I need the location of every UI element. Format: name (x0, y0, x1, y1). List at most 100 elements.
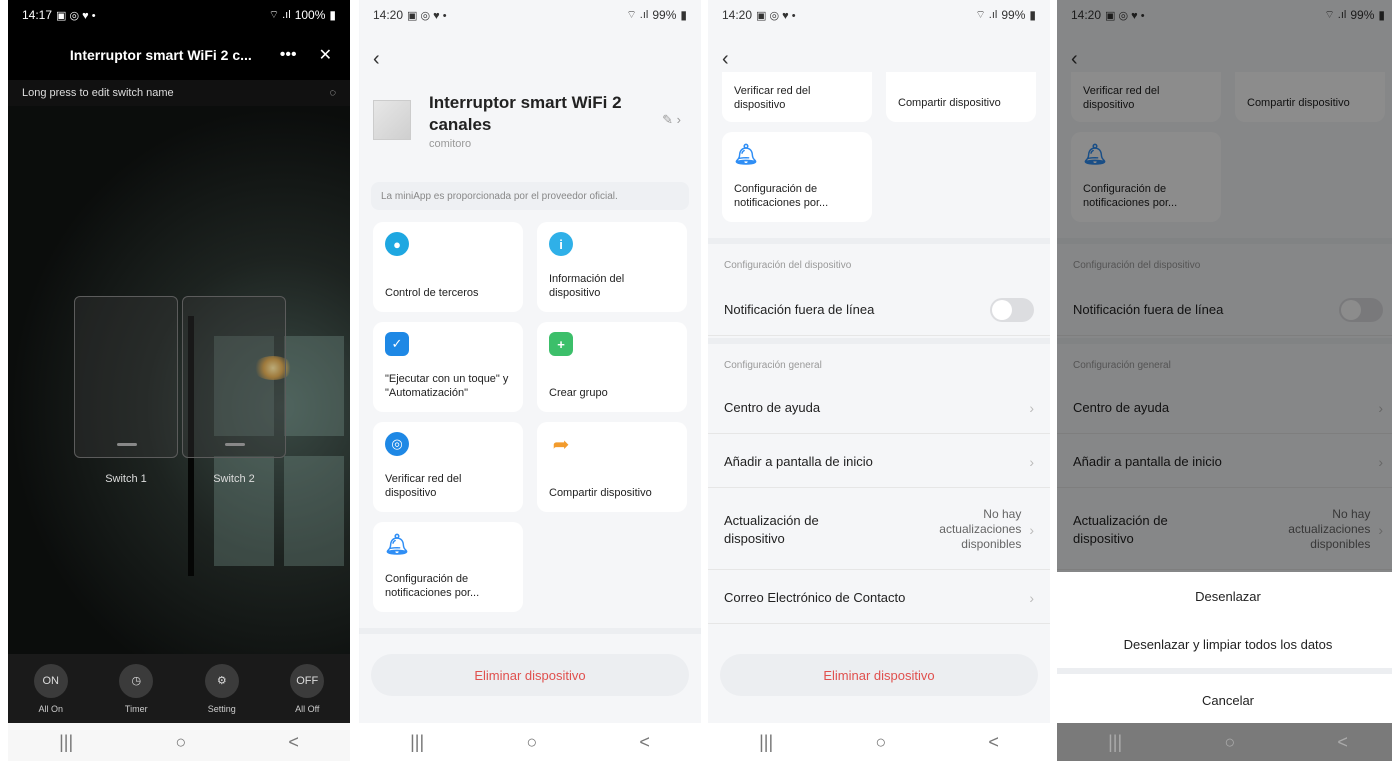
device-header[interactable]: Interruptor smart WiFi 2 canales comitor… (373, 92, 687, 152)
back-icon[interactable]: < (639, 732, 650, 753)
add-home-screen-row[interactable]: Añadir a pantalla de inicio › (708, 436, 1050, 488)
offline-notification-label: Notificación fuera de línea (724, 302, 875, 317)
device-room: comitoro (429, 138, 472, 150)
home-icon[interactable]: ○ (175, 732, 186, 753)
edit-icon[interactable]: ✎ › (662, 112, 681, 128)
setting-button[interactable]: ⚙ Setting (204, 663, 239, 714)
share-device-card[interactable]: ➦ Compartir dispositivo (537, 422, 687, 512)
network-check-card[interactable]: ◎ Verificar red del dispositivo (373, 422, 523, 512)
status-time: 14:17 (22, 8, 53, 22)
section-divider (708, 238, 1050, 244)
back-icon[interactable]: < (288, 732, 299, 753)
third-party-control-card[interactable]: ● Control de terceros (373, 222, 523, 312)
all-off-button[interactable]: OFF All Off (290, 663, 325, 714)
alexa-google-icon: ● (385, 232, 409, 256)
section-divider (708, 338, 1050, 344)
add-home-label: Añadir a pantalla de inicio (724, 454, 873, 469)
unlink-button[interactable]: Desenlazar (1057, 572, 1392, 620)
back-icon[interactable]: < (988, 732, 999, 753)
status-bar: 14:20 ▣ ◎ ♥ • ⌔ .ıl 99% ▮ (708, 0, 1050, 30)
home-icon[interactable]: ○ (1224, 732, 1235, 753)
power-on-icon: ON (33, 663, 68, 698)
signal-icon: ⌔ .ıl (626, 9, 649, 21)
offline-notification-toggle[interactable] (990, 297, 1034, 322)
more-icon[interactable]: ••• (280, 46, 297, 64)
offline-notification-row: Notificación fuera de línea (708, 284, 1050, 336)
card-label: Verificar red del dispositivo (734, 85, 811, 111)
bell-icon: 🔔︎ (733, 143, 759, 166)
tap-to-run-card[interactable]: ✓ "Ejecutar con un toque" y "Automatizac… (373, 322, 523, 412)
back-icon[interactable]: ‹ (722, 48, 729, 71)
switch-2-label: Switch 2 (213, 473, 255, 485)
back-icon[interactable]: ‹ (373, 48, 380, 71)
power-off-icon: OFF (290, 663, 325, 698)
all-on-button[interactable]: ON All On (33, 663, 68, 714)
delete-device-button[interactable]: Eliminar dispositivo (720, 654, 1038, 696)
switch-control-screen: 14:17 ▣ ◎ ♥ • ⌔ .ıl 100% ▮ Interruptor smar… (8, 0, 350, 761)
recents-icon[interactable]: ||| (1108, 732, 1122, 753)
card-label: Crear grupo (549, 387, 608, 399)
card-label: Configuración de notificaciones por... (385, 573, 480, 599)
all-off-label: All Off (295, 703, 320, 714)
system-navbar: ||| ○ < (359, 723, 701, 761)
device-info-card[interactable]: i Información del dispositivo (537, 222, 687, 312)
gear-icon: ⚙ (204, 663, 239, 698)
section-divider (359, 628, 701, 634)
notification-settings-card[interactable]: 🔔︎ Configuración de notificaciones por..… (722, 132, 872, 222)
battery-level: 99% (652, 8, 677, 22)
device-update-value: No hay actualizaciones disponibles (939, 507, 1022, 551)
status-bar: 14:17 ▣ ◎ ♥ • ⌔ .ıl 100% ▮ (8, 0, 350, 30)
battery-icon: ▮ (329, 8, 336, 22)
device-settings-scrolled-screen: 14:20 ▣ ◎ ♥ • ⌔ .ıl 99% ▮ ‹ Verificar red d… (708, 0, 1050, 761)
close-icon[interactable]: ✕ (319, 45, 332, 65)
device-section-label: Configuración del dispositivo (724, 260, 852, 271)
switch-action-bar: ON All On ◷ Timer ⚙ Setting OFF All Off (8, 654, 350, 723)
refresh-icon[interactable]: ◌ (329, 87, 336, 99)
recents-icon[interactable]: ||| (759, 732, 773, 753)
device-update-row[interactable]: Actualización de dispositivo No hay actu… (708, 490, 1050, 570)
signal-icon: ⌔ .ıl (268, 9, 291, 21)
battery-level: 100% (294, 8, 326, 22)
card-label: Verificar red del dispositivo (385, 473, 462, 499)
recents-icon[interactable]: ||| (410, 732, 424, 753)
modal-overlay[interactable] (1057, 0, 1392, 572)
status-bar: 14:20 ▣ ◎ ♥ • ⌔ .ıl 99% ▮ (359, 0, 701, 30)
status-time: 14:20 (373, 8, 404, 22)
setting-label: Setting (207, 703, 236, 714)
chevron-right-icon: › (1029, 453, 1034, 470)
notification-icons: ▣ ◎ ♥ • (756, 9, 796, 22)
delete-action-sheet-screen: 14:20 ▣ ◎ ♥ • ⌔ .ıl 99% ▮ ‹ Verificar red d… (1057, 0, 1392, 761)
back-icon[interactable]: < (1337, 732, 1348, 753)
contact-email-row[interactable]: Correo Electrónico de Contacto › (708, 572, 1050, 624)
chevron-right-icon: › (1029, 399, 1034, 416)
card-label: "Ejecutar con un toque" y "Automatizació… (385, 373, 509, 399)
create-group-card[interactable]: + Crear grupo (537, 322, 687, 412)
switch-2-button[interactable] (182, 296, 286, 458)
home-icon[interactable]: ○ (875, 732, 886, 753)
switch-1-button[interactable] (74, 296, 178, 458)
card-label: Información del dispositivo (549, 273, 625, 299)
network-check-card[interactable]: Verificar red del dispositivo (722, 72, 872, 122)
timer-button[interactable]: ◷ Timer (119, 663, 154, 714)
notification-settings-card[interactable]: 🔔︎ Configuración de notificaciones por..… (373, 522, 523, 612)
miniapp-notice: La miniApp es proporcionada por el prove… (371, 182, 689, 210)
contact-email-label: Correo Electrónico de Contacto (724, 590, 906, 605)
unlink-clear-data-button[interactable]: Desenlazar y limpiar todos los datos (1057, 620, 1392, 668)
help-center-row[interactable]: Centro de ayuda › (708, 382, 1050, 434)
card-label: Control de terceros (385, 287, 479, 299)
timer-icon: ◷ (119, 663, 154, 698)
share-device-card[interactable]: Compartir dispositivo (886, 72, 1036, 122)
cancel-button[interactable]: Cancelar (1057, 676, 1392, 724)
switch-1-label: Switch 1 (105, 473, 147, 485)
device-update-label: Actualización de dispositivo (724, 512, 819, 546)
network-check-icon: ◎ (385, 432, 409, 456)
recents-icon[interactable]: ||| (59, 732, 73, 753)
share-icon: ➦ (552, 433, 570, 456)
battery-level: 99% (1001, 8, 1026, 22)
bell-icon: 🔔︎ (384, 533, 410, 556)
device-thumbnail (373, 100, 411, 140)
delete-device-button[interactable]: Eliminar dispositivo (371, 654, 689, 696)
window-pane (284, 456, 344, 566)
page-title: Interruptor smart WiFi 2 c... (69, 47, 252, 63)
home-icon[interactable]: ○ (526, 732, 537, 753)
